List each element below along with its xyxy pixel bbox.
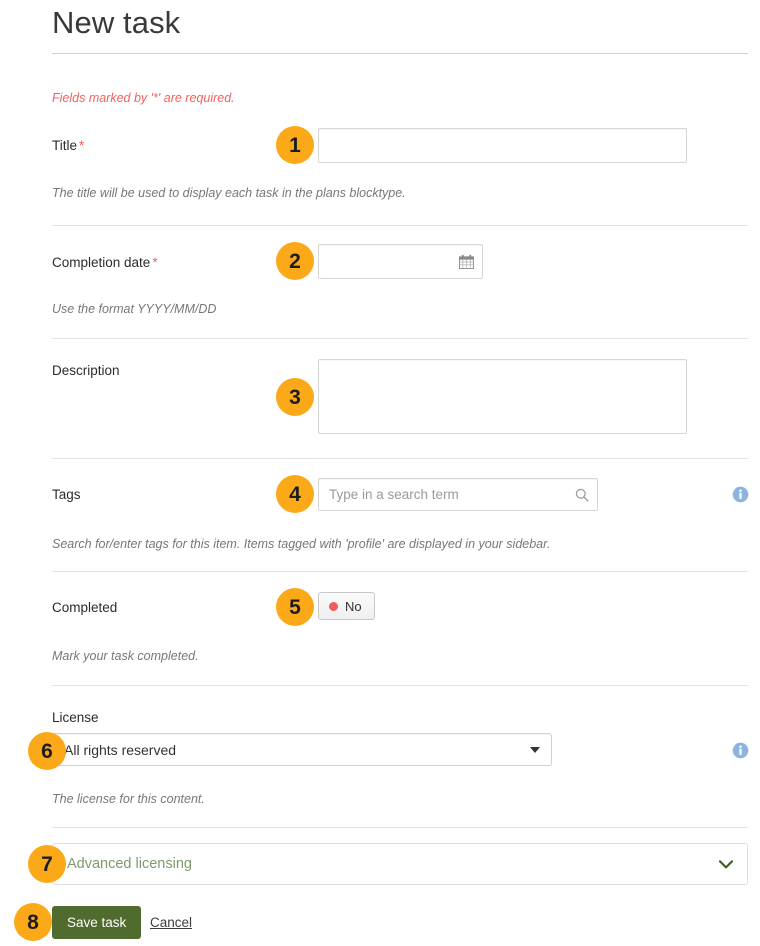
calendar-icon[interactable] [459,254,474,269]
completed-label: Completed [52,598,117,618]
required-fields-note: Fields marked by '*' are required. [52,91,235,105]
divider-after-title [52,225,748,226]
tags-search-input[interactable] [318,478,598,511]
annotation-badge-5: 5 [276,588,314,626]
divider-after-description [52,458,748,459]
status-dot-icon [329,601,338,611]
title-required-asterisk: * [79,138,85,153]
chevron-down-icon [719,859,733,869]
completed-toggle-button[interactable]: No [318,592,375,620]
title-label: Title * [52,136,84,156]
title-help-text: The title will be used to display each t… [52,186,406,200]
advanced-licensing-label: Advanced licensing [67,856,192,872]
completion-date-label: Completion date * [52,253,158,273]
tags-label: Tags [52,485,81,505]
completion-date-required-asterisk: * [152,255,158,270]
annotation-badge-4: 4 [276,475,314,513]
search-icon[interactable] [575,488,589,502]
title-divider [52,53,748,54]
completion-date-label-text: Completion date [52,255,151,270]
annotation-badge-8: 8 [14,903,52,941]
license-select-wrap: All rights reserved [52,733,552,766]
title-input[interactable] [318,128,687,163]
tags-field-wrap [318,478,598,511]
completed-help-text: Mark your task completed. [52,649,199,663]
annotation-badge-2: 2 [276,242,314,280]
description-label: Description [52,361,120,381]
description-textarea[interactable] [318,359,687,434]
license-help-text: The license for this content. [52,792,205,806]
annotation-badge-6: 6 [28,732,66,770]
description-label-text: Description [52,363,120,378]
new-task-form-page: New task Fields marked by '*' are requir… [0,0,760,946]
save-task-button[interactable]: Save task [52,906,142,939]
license-label: License [52,708,99,728]
tags-help-text: Search for/enter tags for this item. Ite… [52,537,551,551]
license-select[interactable]: All rights reserved [52,733,552,766]
divider-after-completion-date [52,338,748,339]
completed-label-text: Completed [52,600,118,615]
divider-after-completed [52,685,748,686]
advanced-licensing-panel[interactable]: Advanced licensing [52,843,748,885]
license-info-icon[interactable] [732,742,749,759]
title-label-text: Title [52,138,78,153]
annotation-badge-7: 7 [28,845,66,883]
divider-after-license [52,827,748,828]
page-title: New task [52,5,181,40]
completion-date-field-wrap [318,244,483,279]
annotation-badge-3: 3 [276,378,314,416]
completion-date-help-text: Use the format YYYY/MM/DD [52,302,217,316]
tags-info-icon[interactable] [732,486,749,503]
tags-label-text: Tags [52,487,81,502]
license-label-text: License [52,710,99,725]
annotation-badge-1: 1 [276,126,314,164]
divider-after-tags [52,571,748,572]
completed-toggle-value: No [345,598,362,614]
cancel-link[interactable]: Cancel [150,906,192,939]
